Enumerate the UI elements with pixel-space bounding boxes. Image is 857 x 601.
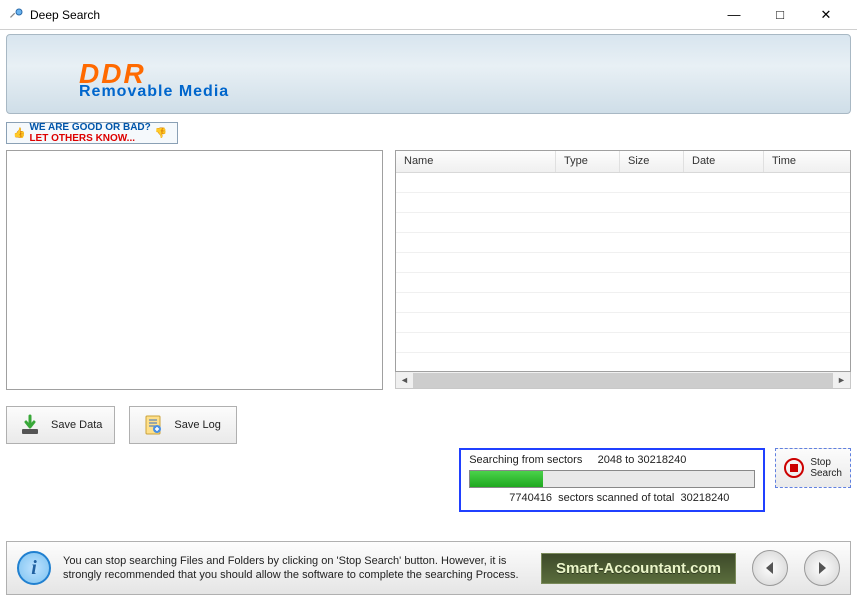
nav-back-button[interactable] — [752, 550, 788, 586]
list-row — [396, 173, 850, 193]
scroll-left-button[interactable]: ◄ — [396, 373, 413, 388]
window-controls: — □ ✕ — [711, 0, 849, 30]
nav-forward-button[interactable] — [804, 550, 840, 586]
title-bar: Deep Search — □ ✕ — [0, 0, 857, 30]
file-list-pane[interactable]: Name Type Size Date Time — [395, 150, 851, 372]
footer-message: You can stop searching Files and Folders… — [63, 554, 529, 582]
progress-label-prefix: Searching from sectors — [469, 454, 582, 466]
progress-bar — [469, 470, 755, 488]
horizontal-scrollbar[interactable]: ◄ ► — [395, 372, 851, 389]
list-row — [396, 293, 850, 313]
brand-banner: DDR Removable Media — [6, 34, 851, 114]
progress-label: Searching from sectors 2048 to 30218240 — [469, 454, 755, 466]
col-name[interactable]: Name — [396, 151, 556, 172]
smart-accountant-link[interactable]: Smart-Accountant.com — [541, 553, 736, 584]
list-row — [396, 233, 850, 253]
brand-subtitle: Removable Media — [79, 83, 229, 101]
progress-status: 7740416 sectors scanned of total 3021824… — [469, 492, 755, 504]
minimize-button[interactable]: — — [711, 0, 757, 30]
progress-scanned: 7740416 — [509, 492, 552, 504]
log-file-icon — [142, 414, 164, 436]
close-button[interactable]: ✕ — [803, 0, 849, 30]
scroll-thumb[interactable] — [413, 373, 833, 388]
save-log-label: Save Log — [174, 419, 220, 431]
save-log-button[interactable]: Save Log — [129, 406, 237, 444]
progress-status-mid: sectors scanned of total — [558, 492, 674, 504]
list-row — [396, 273, 850, 293]
list-row — [396, 213, 850, 233]
file-list-rows — [396, 173, 850, 353]
feedback-line2: LET OTHERS KNOW... — [29, 133, 135, 144]
list-row — [396, 193, 850, 213]
list-row — [396, 313, 850, 333]
download-icon — [19, 414, 41, 436]
progress-fill — [470, 471, 543, 487]
app-icon — [8, 7, 24, 23]
col-size[interactable]: Size — [620, 151, 684, 172]
thumb-up-icon: 👍 — [13, 128, 25, 139]
stop-label-1: Stop — [810, 457, 831, 468]
list-row — [396, 333, 850, 353]
stop-icon — [784, 458, 804, 478]
col-time[interactable]: Time — [764, 151, 850, 172]
maximize-button[interactable]: □ — [757, 0, 803, 30]
progress-range: 2048 to 30218240 — [598, 454, 687, 466]
window-title: Deep Search — [30, 8, 711, 22]
footer-bar: i You can stop searching Files and Folde… — [6, 541, 851, 595]
info-icon: i — [17, 551, 51, 585]
scroll-right-button[interactable]: ► — [833, 373, 850, 388]
col-date[interactable]: Date — [684, 151, 764, 172]
save-data-label: Save Data — [51, 419, 102, 431]
save-data-button[interactable]: Save Data — [6, 406, 115, 444]
folder-tree-pane[interactable] — [6, 150, 383, 390]
stop-label-2: Search — [810, 468, 842, 479]
thumb-down-icon: 👎 — [155, 128, 167, 139]
feedback-line1: WE ARE GOOD OR BAD? — [29, 122, 150, 133]
feedback-banner[interactable]: 👍 WE ARE GOOD OR BAD? LET OTHERS KNOW...… — [6, 122, 851, 144]
list-row — [396, 253, 850, 273]
stop-search-button[interactable]: Stop Search — [775, 448, 851, 488]
progress-total: 30218240 — [680, 492, 729, 504]
file-list-header: Name Type Size Date Time — [396, 151, 850, 173]
col-type[interactable]: Type — [556, 151, 620, 172]
scroll-track[interactable] — [413, 373, 833, 388]
progress-panel: Searching from sectors 2048 to 30218240 … — [459, 448, 765, 512]
